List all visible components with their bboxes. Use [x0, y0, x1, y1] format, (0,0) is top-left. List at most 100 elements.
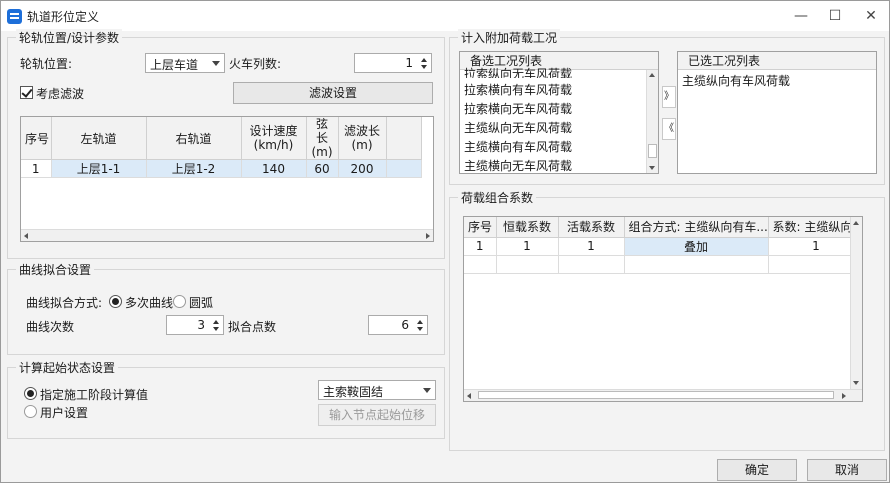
- radio-stage-label: 指定施工阶段计算值: [40, 388, 149, 402]
- table-cell[interactable]: 1: [558, 237, 625, 256]
- table-cell[interactable]: 60: [306, 159, 339, 178]
- table-cell[interactable]: [464, 255, 497, 274]
- cancel-button[interactable]: 取消: [807, 459, 887, 481]
- extra-load-legend: 计入附加荷载工况: [458, 29, 561, 46]
- list-item[interactable]: 主缆纵向无车风荷载: [464, 119, 572, 136]
- list-item[interactable]: 主缆横向无车风荷载: [464, 157, 572, 173]
- input-node-displacement-button[interactable]: 输入节点起始位移: [318, 404, 436, 426]
- col-header: 弦长 (m): [306, 117, 339, 160]
- scroll-left-icon[interactable]: [467, 393, 471, 399]
- app-icon: [7, 9, 22, 24]
- list-item[interactable]: 拉索横向有车风荷载: [464, 81, 572, 98]
- table-row-empty[interactable]: [464, 255, 862, 274]
- scroll-left-icon[interactable]: [24, 233, 28, 239]
- spin-up-icon[interactable]: [421, 58, 427, 62]
- fit-points-value: 6: [401, 318, 409, 332]
- col-header: 右轨道: [146, 117, 242, 160]
- scroll-up-icon[interactable]: [853, 221, 859, 225]
- horizontal-scrollbar[interactable]: [21, 229, 433, 241]
- train-count-stepper[interactable]: 1: [354, 53, 432, 73]
- table-cell[interactable]: 200: [338, 159, 387, 178]
- train-count-label: 火车列数:: [229, 57, 282, 71]
- scroll-right-icon[interactable]: [426, 233, 430, 239]
- remove-case-button[interactable]: 《: [662, 118, 676, 140]
- radio-stage[interactable]: [24, 387, 37, 400]
- radio-user[interactable]: [24, 405, 37, 418]
- spin-down-icon[interactable]: [421, 65, 427, 69]
- extra-load-group: 计入附加荷载工况 备选工况列表 拉索纵向无车风荷载 拉索横向有车风荷载 拉索横向…: [449, 29, 885, 185]
- selected-cases-list[interactable]: 已选工况列表 主缆纵向有车风荷载: [677, 51, 877, 174]
- rail-position-select[interactable]: 上层车道: [145, 53, 225, 73]
- table-cell[interactable]: [624, 255, 769, 274]
- col-header: 序号: [21, 117, 52, 160]
- rail-position-label: 轮轨位置:: [20, 57, 73, 71]
- table-cell[interactable]: 1: [496, 237, 559, 256]
- curve-degree-label: 曲线次数: [26, 320, 75, 334]
- filter-checkbox[interactable]: [20, 86, 33, 99]
- spin-up-icon[interactable]: [213, 320, 219, 324]
- stage-value: 主索鞍固结: [323, 385, 384, 399]
- table-cell[interactable]: [768, 255, 862, 274]
- curve-fit-legend: 曲线拟合设置: [16, 261, 95, 278]
- initial-state-group: 计算起始状态设置 指定施工阶段计算值 用户设置 主索鞍固结 输入节点起始位移: [7, 359, 445, 439]
- scroll-down-icon[interactable]: [853, 381, 859, 385]
- fit-points-label: 拟合点数: [228, 320, 277, 334]
- spin-up-icon[interactable]: [417, 320, 423, 324]
- col-header: 组合方式: 主缆纵向有车...: [624, 217, 769, 238]
- table-cell[interactable]: [496, 255, 559, 274]
- scroll-thumb[interactable]: [478, 391, 834, 399]
- minimize-button[interactable]: —: [791, 7, 811, 25]
- table-cell[interactable]: 上层1-2: [146, 159, 242, 178]
- scroll-thumb[interactable]: [648, 144, 657, 158]
- list-item[interactable]: 主缆纵向有车风荷载: [682, 72, 790, 89]
- col-header: 活载系数: [558, 217, 625, 238]
- stage-select[interactable]: 主索鞍固结: [318, 380, 436, 400]
- table-cell[interactable]: 叠加: [624, 237, 769, 256]
- selected-cases-header: 已选工况列表: [678, 52, 876, 70]
- fit-points-stepper[interactable]: 6: [368, 315, 428, 335]
- list-item[interactable]: 主缆横向有车风荷载: [464, 138, 572, 155]
- rail-params-legend: 轮轨位置/设计参数: [16, 29, 123, 46]
- table-cell[interactable]: 上层1-1: [51, 159, 147, 178]
- close-button[interactable]: ✕: [861, 7, 881, 25]
- curve-degree-stepper[interactable]: 3: [166, 315, 224, 335]
- title-bar: 轨道形位定义 — ☐ ✕: [1, 1, 889, 31]
- chevron-down-icon: [212, 61, 220, 66]
- col-header: 序号: [464, 217, 497, 238]
- rail-params-group: 轮轨位置/设计参数 轮轨位置: 上层车道 火车列数: 1 考虑滤波 滤波设置 序…: [7, 29, 445, 259]
- add-case-button[interactable]: 》: [662, 86, 676, 108]
- table-cell[interactable]: [558, 255, 625, 274]
- col-header: 设计速度 (km/h): [241, 117, 307, 160]
- spin-down-icon[interactable]: [417, 327, 423, 331]
- curve-method-label: 曲线拟合方式:: [26, 296, 103, 310]
- table-cell[interactable]: 140: [241, 159, 307, 178]
- radio-user-label: 用户设置: [40, 406, 89, 420]
- col-header: 系数: 主缆纵向...: [768, 217, 862, 238]
- table-cell[interactable]: 1: [464, 237, 497, 256]
- maximize-button[interactable]: ☐: [825, 7, 845, 25]
- spin-down-icon[interactable]: [213, 327, 219, 331]
- combo-table-header: 序号 恒载系数 活载系数 组合方式: 主缆纵向有车... 系数: 主缆纵向...: [464, 217, 862, 238]
- table-row[interactable]: 1 1 1 叠加 1: [464, 237, 862, 256]
- col-header: 恒载系数: [496, 217, 559, 238]
- scroll-down-icon[interactable]: [649, 166, 655, 170]
- table-row[interactable]: 1 上层1-1 上层1-2 140 60 200: [21, 159, 422, 178]
- scroll-up-icon[interactable]: [649, 73, 655, 77]
- list-item[interactable]: 拉索纵向无车风荷载: [464, 65, 572, 78]
- radio-poly[interactable]: [109, 295, 122, 308]
- list-item[interactable]: 拉索横向无车风荷载: [464, 100, 572, 117]
- vertical-scrollbar[interactable]: [646, 70, 658, 173]
- scroll-right-icon[interactable]: [842, 393, 846, 399]
- load-combo-table: 序号 恒载系数 活载系数 组合方式: 主缆纵向有车... 系数: 主缆纵向...…: [463, 216, 863, 402]
- horizontal-scrollbar[interactable]: [464, 389, 862, 401]
- available-cases-list[interactable]: 备选工况列表 拉索纵向无车风荷载 拉索横向有车风荷载 拉索横向无车风荷载 主缆纵…: [459, 51, 659, 174]
- filter-settings-button[interactable]: 滤波设置: [233, 82, 433, 104]
- ok-button[interactable]: 确定: [717, 459, 797, 481]
- load-combo-legend: 荷载组合系数: [458, 189, 537, 206]
- table-cell[interactable]: [386, 159, 422, 178]
- col-header-empty: [386, 117, 422, 160]
- table-cell[interactable]: 1: [21, 159, 52, 178]
- table-cell[interactable]: 1: [768, 237, 862, 256]
- radio-arc[interactable]: [173, 295, 186, 308]
- vertical-scrollbar[interactable]: [850, 217, 862, 389]
